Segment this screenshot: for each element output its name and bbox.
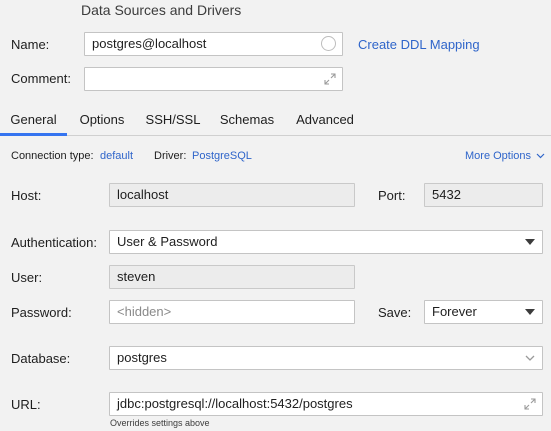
save-value: Forever	[432, 304, 477, 319]
save-select[interactable]: Forever	[424, 300, 543, 324]
user-label: User:	[11, 270, 43, 285]
tab-options[interactable]: Options	[72, 104, 132, 135]
port-value: 5432	[432, 187, 461, 202]
host-field[interactable]: localhost	[109, 183, 355, 207]
expand-icon[interactable]	[524, 398, 536, 410]
name-value: postgres@localhost	[92, 36, 207, 51]
port-field[interactable]: 5432	[424, 183, 543, 207]
password-field[interactable]: <hidden>	[109, 300, 355, 324]
dropdown-arrow-icon	[525, 239, 535, 245]
database-value: postgres	[117, 350, 167, 365]
name-label: Name:	[11, 37, 50, 52]
user-field[interactable]: steven	[109, 265, 355, 289]
url-value: jdbc:postgresql://localhost:5432/postgre…	[117, 396, 353, 411]
driver-label: Driver:	[154, 150, 187, 162]
expand-icon[interactable]	[324, 73, 336, 85]
dropdown-arrow-icon	[525, 309, 535, 315]
tab-general[interactable]: General	[0, 104, 67, 136]
driver-link[interactable]: PostgreSQL	[192, 150, 252, 162]
database-label: Database:	[11, 351, 71, 366]
window-title: Data Sources and Drivers	[81, 2, 242, 18]
color-circle-icon[interactable]	[321, 36, 336, 51]
url-field[interactable]: jdbc:postgresql://localhost:5432/postgre…	[109, 392, 543, 416]
authentication-label: Authentication:	[11, 235, 98, 250]
url-hint: Overrides settings above	[110, 418, 210, 428]
authentication-select[interactable]: User & Password	[109, 230, 543, 254]
chevron-down-icon[interactable]	[524, 352, 536, 364]
connection-type-label: Connection type:	[11, 150, 94, 162]
port-label: Port:	[378, 188, 406, 203]
tab-bar: General Options SSH/SSL Schemas Advanced	[0, 104, 551, 136]
comment-field[interactable]	[84, 67, 343, 91]
create-ddl-mapping-link[interactable]: Create DDL Mapping	[358, 37, 480, 52]
tab-advanced[interactable]: Advanced	[290, 104, 360, 135]
password-label: Password:	[11, 305, 72, 320]
chevron-down-icon	[536, 153, 545, 159]
more-options-link[interactable]: More Options	[465, 150, 545, 162]
tab-schemas[interactable]: Schemas	[214, 104, 280, 135]
connection-type-link[interactable]: default	[100, 150, 133, 162]
host-value: localhost	[117, 187, 169, 202]
name-field[interactable]: postgres@localhost	[84, 32, 343, 56]
tab-ssh-ssl[interactable]: SSH/SSL	[140, 104, 206, 135]
save-label: Save:	[378, 305, 412, 320]
host-label: Host:	[11, 188, 42, 203]
more-options-label: More Options	[465, 150, 532, 162]
url-label: URL:	[11, 397, 41, 412]
comment-label: Comment:	[11, 71, 71, 86]
database-field[interactable]: postgres	[109, 346, 543, 370]
authentication-value: User & Password	[117, 234, 218, 249]
password-placeholder: <hidden>	[117, 304, 172, 319]
user-value: steven	[117, 269, 156, 284]
